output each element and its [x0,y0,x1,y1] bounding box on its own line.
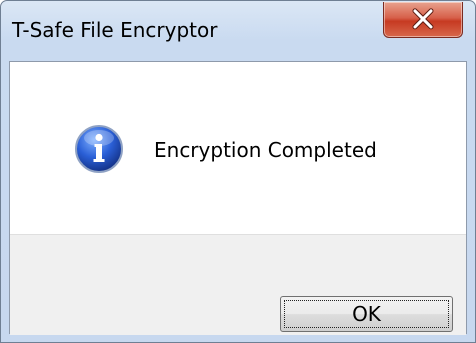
close-button[interactable] [383,2,463,38]
ok-button-label: OK [352,302,381,326]
button-bar: OK [10,234,466,335]
message-area: Encryption Completed [10,62,466,234]
window-title: T-Safe File Encryptor [12,18,218,42]
ok-button[interactable]: OK [280,296,453,332]
close-icon [412,7,434,29]
dialog-client-area: Encryption Completed OK [9,61,467,335]
message-text: Encryption Completed [154,138,377,162]
info-icon [75,125,123,173]
dialog-window: T-Safe File Encryptor Encryption Complet… [0,0,476,343]
title-bar[interactable]: T-Safe File Encryptor [1,1,475,61]
